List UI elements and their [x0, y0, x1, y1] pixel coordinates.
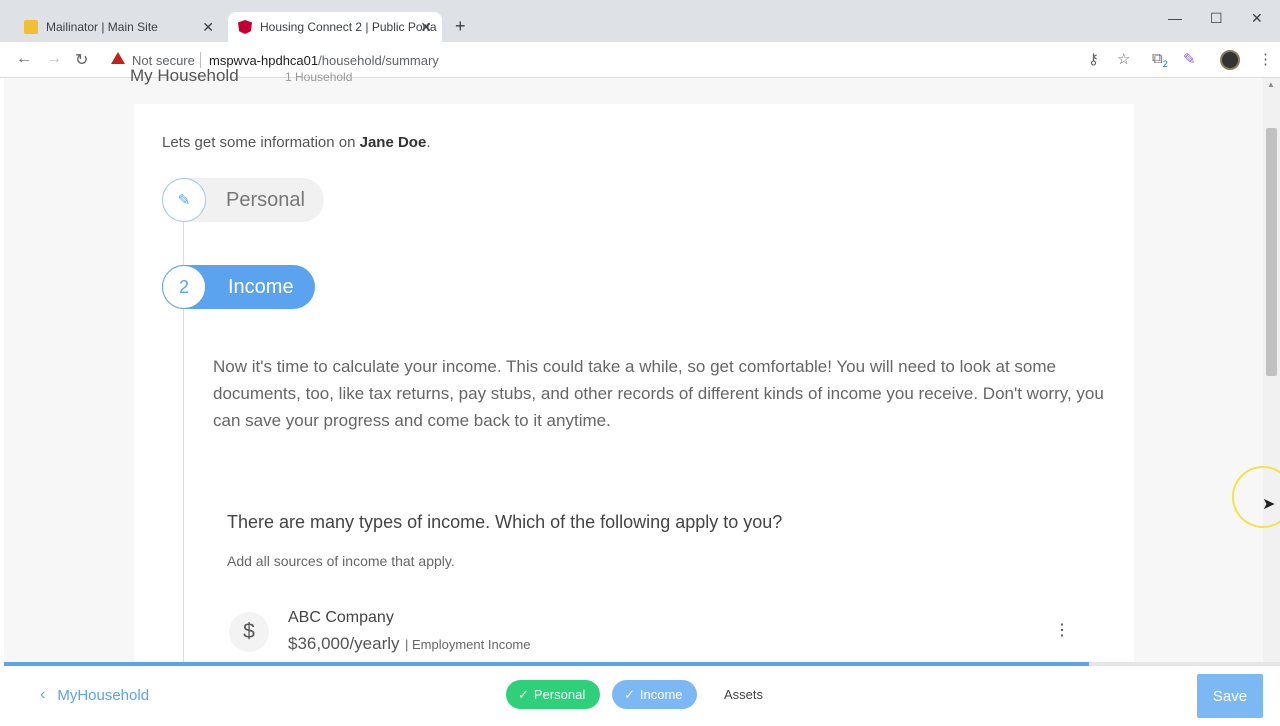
check-icon: ✓ [624, 686, 635, 702]
tab-title: Housing Connect 2 | Public Porta [260, 20, 437, 34]
minimize-icon[interactable]: — [1168, 10, 1182, 26]
check-icon: ✓ [518, 686, 529, 702]
income-source-name: ABC Company [288, 609, 394, 626]
forward-arrow-icon[interactable]: → [46, 50, 62, 68]
extension-icon[interactable]: ⧉2 [1152, 50, 1168, 69]
footer-step-label: Assets [724, 687, 764, 702]
pencil-icon: ✎ [162, 178, 206, 222]
intro-suffix: . [426, 134, 431, 151]
step-personal[interactable]: ✎ Personal [162, 178, 324, 222]
mailinator-favicon-icon [24, 20, 38, 34]
star-icon[interactable]: ☆ [1117, 50, 1130, 68]
scroll-thumb[interactable] [1266, 128, 1277, 376]
step-number: 2 [162, 265, 206, 309]
close-tab-icon[interactable]: ✕ [202, 19, 214, 36]
profile-avatar[interactable] [1220, 50, 1240, 70]
back-to-household-link[interactable]: ‹ MyHousehold [40, 686, 149, 704]
page-title: My Household [130, 66, 239, 85]
back-arrow-icon[interactable]: ← [16, 50, 32, 68]
income-intro-text: Now it's time to calculate your income. … [213, 357, 1104, 430]
window-close-icon[interactable]: ✕ [1251, 10, 1263, 27]
extension-badge: 2 [1162, 59, 1168, 69]
address-bar[interactable]: mspwva-hpdhca01/household/summary [209, 53, 439, 68]
url-path: /household/summary [318, 53, 439, 68]
footer-step-personal[interactable]: ✓ Personal [506, 680, 600, 709]
income-hint: Add all sources of income that apply. [227, 553, 455, 569]
angular-favicon-icon [238, 20, 252, 34]
income-type: | Employment Income [405, 637, 531, 652]
save-button[interactable]: Save [1197, 674, 1263, 718]
close-tab-icon[interactable]: ✕ [420, 19, 432, 36]
maximize-icon[interactable]: ☐ [1210, 10, 1223, 27]
footer-step-label: Personal [533, 687, 586, 702]
breadcrumb-household[interactable]: 1 Household [285, 70, 352, 84]
key-icon[interactable]: ⚷ [1088, 50, 1099, 68]
step-label: Personal [226, 188, 305, 211]
browser-tab-mailinator[interactable]: Mailinator | Main Site ✕ [14, 12, 224, 42]
more-options-icon[interactable]: ⋮ [1054, 620, 1070, 640]
browser-menu-icon[interactable]: ⋮ [1258, 50, 1273, 68]
chevron-left-icon: ‹ [40, 686, 46, 703]
step-income[interactable]: 2 Income [162, 265, 315, 309]
tab-title: Mailinator | Main Site [46, 20, 158, 34]
dollar-icon: $ [229, 612, 269, 652]
back-label: MyHousehold [57, 686, 150, 704]
step-connector [183, 309, 184, 664]
step-connector [183, 222, 184, 265]
footer-bar: ‹ MyHousehold ✓ Personal ✓ Income Assets… [4, 666, 1280, 726]
scroll-up-icon[interactable]: ▲ [1267, 80, 1275, 89]
income-amount: $36,000/yearly [288, 634, 400, 653]
page-scrollbar[interactable]: ▲ [1263, 78, 1280, 663]
income-question: There are many types of income. Which of… [227, 512, 783, 532]
footer-step-label: Income [639, 687, 683, 702]
pen-extension-icon[interactable]: ✎ [1183, 50, 1196, 68]
new-tab-icon[interactable]: + [455, 16, 466, 37]
intro-prefix: Lets get some information on [162, 134, 360, 151]
browser-tab-housing-connect[interactable]: Housing Connect 2 | Public Porta ✕ [228, 12, 442, 42]
step-label: Income [228, 275, 294, 298]
member-name: Jane Doe [359, 134, 427, 151]
mouse-pointer-icon: ➤ [1262, 496, 1276, 513]
footer-step-assets[interactable]: Assets [712, 680, 772, 709]
browser-tabstrip: Mailinator | Main Site ✕ Housing Connect… [0, 0, 1280, 42]
intro-text: Lets get some information on Jane Doe. [162, 134, 430, 151]
footer-step-income[interactable]: ✓ Income [612, 680, 697, 709]
warning-icon[interactable] [111, 52, 125, 64]
reload-icon[interactable]: ↻ [75, 50, 88, 70]
